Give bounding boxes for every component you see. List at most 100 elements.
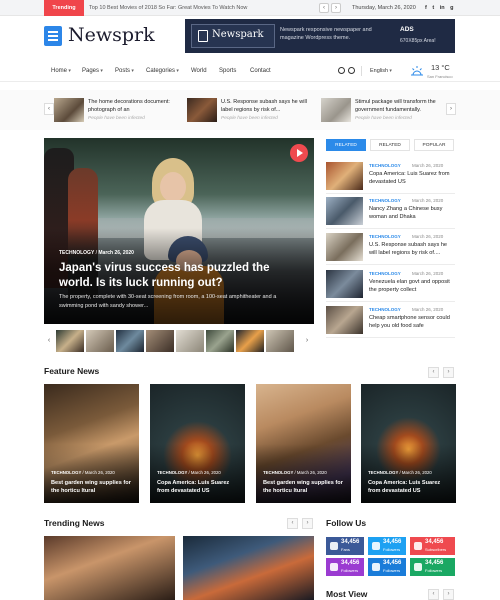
card-title[interactable]: Best garden wing supplies for the hortic…	[51, 479, 135, 495]
strip-meta: People have been infected	[221, 116, 278, 121]
list-item[interactable]: TECHNOLOGY March 26, 2020 Copa America: …	[326, 162, 455, 194]
list-category[interactable]: TECHNOLOGY	[369, 234, 401, 239]
nav-pages[interactable]: Pages	[82, 60, 103, 82]
hero-article[interactable]: TECHNOLOGY / March 26, 2020 Japan's viru…	[44, 138, 314, 324]
most-view-prev-button[interactable]: ‹	[428, 589, 439, 600]
thumbs-prev-button[interactable]: ‹	[44, 335, 54, 347]
list-category[interactable]: TECHNOLOGY	[369, 198, 401, 203]
list-title[interactable]: U.S. Response subash says he will label …	[369, 241, 455, 257]
card-category[interactable]: TECHNOLOGY	[263, 470, 293, 475]
trending-badge[interactable]: Trending	[44, 0, 84, 16]
strip-prev-button[interactable]: ‹	[44, 103, 54, 115]
news-ticker[interactable]: Top 10 Best Movies of 2018 So Far: Great…	[89, 0, 247, 16]
card-title[interactable]: Best garden wing supplies for the hortic…	[263, 479, 347, 495]
feature-card[interactable]: TECHNOLOGY / March 26, 2020 Copa America…	[361, 384, 456, 503]
thumbnail[interactable]	[266, 330, 294, 352]
google-icon[interactable]: g	[450, 5, 453, 11]
list-item[interactable]: TECHNOLOGY March 26, 2020 Nancy Zhang a …	[326, 197, 455, 229]
thumbnail[interactable]	[56, 330, 84, 352]
list-title[interactable]: Cheap smartphone sensor could help you o…	[369, 314, 455, 330]
list-item[interactable]: TECHNOLOGY March 26, 2020 Venezuela elan…	[326, 270, 455, 302]
thumbnail[interactable]	[86, 330, 114, 352]
thumbnail[interactable]	[206, 330, 234, 352]
strip-next-button[interactable]: ›	[446, 103, 456, 115]
tab-popular[interactable]: POPULAR	[414, 139, 454, 151]
twitter-icon[interactable]: t	[432, 5, 434, 11]
list-category[interactable]: TECHNOLOGY	[369, 163, 401, 168]
ticker-next-button[interactable]: ›	[331, 3, 341, 13]
strip-item[interactable]: The home decorations document: photograp…	[54, 98, 184, 124]
newspaper-icon	[198, 30, 208, 42]
list-category[interactable]: TECHNOLOGY	[369, 307, 401, 312]
follow-count: 34,456	[425, 560, 444, 566]
hero-meta: TECHNOLOGY / March 26, 2020	[59, 250, 134, 256]
strip-item[interactable]: Stimul package will transform the govern…	[321, 98, 451, 124]
tab-related-2[interactable]: RELATED	[370, 139, 410, 151]
trending-card[interactable]	[183, 536, 314, 600]
list-item[interactable]: TECHNOLOGY March 26, 2020 U.S. Response …	[326, 233, 455, 265]
hero-title[interactable]: Japan's virus success has puzzled the wo…	[59, 261, 304, 291]
language-select[interactable]: English	[370, 60, 392, 82]
user-icon[interactable]	[348, 67, 355, 74]
follow-youtube-button[interactable]: 34,456 Subscribers	[410, 537, 455, 555]
card-category[interactable]: TECHNOLOGY	[368, 470, 398, 475]
card-title[interactable]: Copa America: Luis Suarez from devastate…	[157, 479, 241, 495]
thumbs-next-button[interactable]: ›	[302, 335, 312, 347]
hero-category[interactable]: TECHNOLOGY	[59, 250, 94, 256]
linkedin-icon[interactable]: in	[440, 5, 445, 11]
follow-us-title: Follow Us	[326, 518, 367, 528]
list-category[interactable]: TECHNOLOGY	[369, 271, 401, 276]
twitter-icon	[372, 542, 380, 550]
feature-prev-button[interactable]: ‹	[428, 367, 439, 378]
trending-next-button[interactable]: ›	[302, 518, 313, 529]
site-logo[interactable]: Newsprk	[68, 24, 155, 46]
play-icon[interactable]	[290, 144, 308, 162]
trending-card[interactable]	[44, 536, 175, 600]
tab-related[interactable]: RELATED	[326, 139, 366, 151]
follow-twitter-button[interactable]: 34,456 Followers	[368, 537, 406, 555]
nav-sports[interactable]: Sports	[219, 60, 236, 82]
card-date: March 26, 2020	[190, 470, 221, 475]
follow-vimeo-button[interactable]: 34,456 Followers	[368, 558, 406, 576]
list-thumbnail	[326, 270, 363, 298]
strip-thumbnail	[187, 98, 217, 122]
feature-next-button[interactable]: ›	[443, 367, 454, 378]
nav-home[interactable]: Home	[51, 60, 71, 82]
follow-google-button[interactable]: 34,456 Followers	[410, 558, 455, 576]
social-links: f t in g	[425, 0, 458, 16]
logo-icon[interactable]	[44, 26, 62, 46]
card-title[interactable]: Copa America: Luis Suarez from devastate…	[368, 479, 452, 495]
thumbnail[interactable]	[236, 330, 264, 352]
hero-image-figure	[160, 172, 186, 202]
nav-posts[interactable]: Posts	[115, 60, 134, 82]
list-title[interactable]: Venezuela elan govt and opposit the prop…	[369, 278, 455, 294]
nav-contact[interactable]: Contact	[250, 60, 271, 82]
card-category[interactable]: TECHNOLOGY	[51, 470, 81, 475]
list-title[interactable]: Copa America: Luis Suarez from devastate…	[369, 170, 455, 186]
card-category[interactable]: TECHNOLOGY	[157, 470, 187, 475]
list-title[interactable]: Nancy Zhang a Chinese busy woman and Dha…	[369, 205, 455, 221]
follow-instagram-button[interactable]: 34,456 Followers	[326, 558, 364, 576]
card-date: March 26, 2020	[296, 470, 327, 475]
google-icon	[414, 563, 422, 571]
strip-item[interactable]: U.S. Response subash says he will label …	[187, 98, 317, 124]
trending-prev-button[interactable]: ‹	[287, 518, 298, 529]
feature-card[interactable]: TECHNOLOGY / March 26, 2020 Best garden …	[256, 384, 351, 503]
ticker-prev-button[interactable]: ‹	[319, 3, 329, 13]
thumbnail[interactable]	[116, 330, 144, 352]
nav-world[interactable]: World	[191, 60, 207, 82]
follow-facebook-button[interactable]: 34,456 Fans	[326, 537, 364, 555]
nav-categories[interactable]: Categories	[146, 60, 179, 82]
feature-card[interactable]: TECHNOLOGY / March 26, 2020 Best garden …	[44, 384, 139, 503]
hero-thumbnails: ‹ ›	[44, 330, 314, 352]
weather-icon	[411, 66, 423, 76]
most-view-next-button[interactable]: ›	[443, 589, 454, 600]
list-date: March 26, 2020	[412, 307, 444, 312]
facebook-icon[interactable]: f	[425, 5, 427, 11]
search-icon[interactable]	[338, 67, 345, 74]
feature-card[interactable]: TECHNOLOGY / March 26, 2020 Copa America…	[150, 384, 245, 503]
ad-banner[interactable]: Newspark Newspark responsive newspaper a…	[185, 19, 455, 53]
thumbnail[interactable]	[176, 330, 204, 352]
thumbnail[interactable]	[146, 330, 174, 352]
list-item[interactable]: TECHNOLOGY March 26, 2020 Cheap smartpho…	[326, 306, 455, 338]
